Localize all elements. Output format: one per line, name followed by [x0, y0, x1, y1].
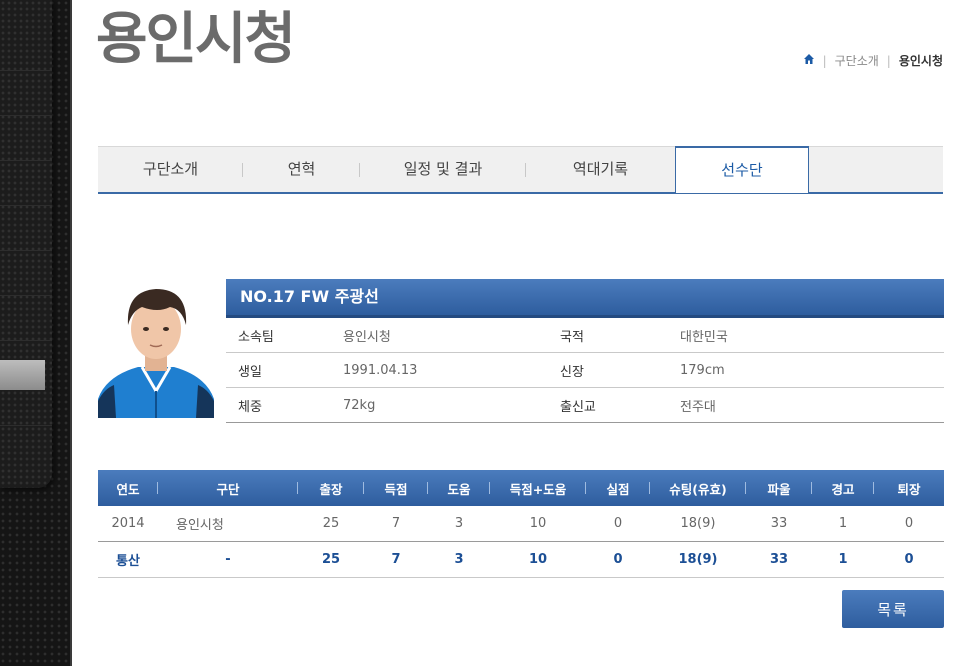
tab-label: 구단소개	[142, 160, 199, 178]
info-label: 국적	[560, 329, 584, 345]
stats-header-cell: 퇴장	[874, 470, 944, 506]
table-cell: 3	[428, 541, 490, 578]
tab-label: 선수단	[721, 161, 763, 179]
table-cell: 25	[298, 541, 364, 578]
sidebar-divider	[0, 295, 52, 296]
info-label: 체중	[238, 399, 262, 415]
info-value: 72kg	[343, 397, 376, 413]
breadcrumb-separator: |	[822, 53, 827, 68]
breadcrumb: | 구단소개 | 용인시청	[803, 52, 943, 69]
table-cell: 33	[746, 541, 812, 578]
info-label: 소속팀	[238, 329, 274, 345]
stats-header-cell: 구단	[158, 470, 298, 506]
sidebar-panel	[0, 0, 52, 488]
sidebar-divider	[0, 205, 52, 206]
stats-header-cell: 출장	[298, 470, 364, 506]
tab-bar: 구단소개 연혁 일정 및 결과 역대기록 선수단	[98, 146, 943, 194]
tab-schedule-results[interactable]: 일정 및 결과	[360, 147, 526, 192]
tab-records[interactable]: 역대기록	[526, 147, 675, 192]
table-cell: 0	[874, 541, 944, 578]
stats-header-cell: 득점	[364, 470, 428, 506]
info-value: 대한민국	[680, 329, 728, 345]
info-row: 생일 1991.04.13 신장 179cm	[226, 353, 944, 388]
table-cell: 18(9)	[650, 541, 746, 578]
tab-squad[interactable]: 선수단	[675, 146, 809, 193]
stats-header-row: 연도 구단 출장 득점 도움 득점+도움 실점 슈팅(유효) 파울 경고 퇴장	[98, 470, 944, 506]
stats-header-cell: 실점	[586, 470, 650, 506]
table-cell: 10	[490, 541, 586, 578]
sidebar-item-active[interactable]	[0, 360, 45, 390]
breadcrumb-separator: |	[886, 53, 891, 68]
stats-table: 연도 구단 출장 득점 도움 득점+도움 실점 슈팅(유효) 파울 경고 퇴장 …	[98, 470, 944, 578]
tab-label: 연혁	[287, 160, 316, 178]
stats-header-cell: 슈팅(유효)	[650, 470, 746, 506]
tab-history[interactable]: 연혁	[243, 147, 360, 192]
info-value: 전주대	[680, 399, 716, 415]
home-icon[interactable]	[803, 53, 815, 69]
info-row: 체중 72kg 출신교 전주대	[226, 388, 944, 423]
table-cell: 3	[428, 506, 490, 542]
tab-label: 역대기록	[572, 160, 629, 178]
info-value: 179cm	[680, 362, 725, 378]
table-cell: 10	[490, 506, 586, 542]
table-cell: 7	[364, 541, 428, 578]
breadcrumb-current[interactable]: 용인시청	[899, 52, 943, 69]
stats-header-cell: 경고	[812, 470, 874, 506]
info-label: 생일	[238, 364, 262, 380]
table-cell: 2014	[98, 506, 158, 542]
stats-header-cell: 연도	[98, 470, 158, 506]
sidebar-divider	[0, 425, 52, 426]
info-value: 1991.04.13	[343, 362, 418, 378]
player-info: NO.17 FW 주광선 소속팀 용인시청 국적 대한민국 생일 1991.04…	[226, 279, 944, 423]
sidebar	[0, 0, 72, 666]
sidebar-divider	[0, 115, 52, 116]
info-row: 소속팀 용인시청 국적 대한민국	[226, 318, 944, 353]
stats-header-cell: 도움	[428, 470, 490, 506]
table-cell: 0	[586, 541, 650, 578]
table-cell: 33	[746, 506, 812, 542]
info-label: 출신교	[560, 399, 596, 415]
info-value: 용인시청	[343, 329, 391, 345]
player-photo	[98, 281, 214, 418]
sidebar-divider	[0, 160, 52, 161]
table-row-total: 통산 - 25 7 3 10 0 18(9) 33 1 0	[98, 541, 944, 578]
breadcrumb-item[interactable]: 구단소개	[835, 52, 879, 69]
table-cell: 용인시청	[158, 506, 298, 542]
info-label: 신장	[560, 364, 584, 380]
tab-club-intro[interactable]: 구단소개	[98, 147, 243, 192]
player-name-header: NO.17 FW 주광선	[226, 279, 944, 318]
sidebar-divider	[0, 70, 52, 71]
table-cell: 1	[812, 506, 874, 542]
table-cell: 0	[586, 506, 650, 542]
table-row: 2014 용인시청 25 7 3 10 0 18(9) 33 1 0	[98, 506, 944, 542]
sidebar-divider	[0, 250, 52, 251]
page-title: 용인시청	[96, 7, 296, 72]
stats-header-cell: 파울	[746, 470, 812, 506]
sidebar-divider	[0, 340, 52, 341]
table-cell: 1	[812, 541, 874, 578]
table-cell: 0	[874, 506, 944, 542]
stats-header-cell: 득점+도움	[490, 470, 586, 506]
table-cell: 18(9)	[650, 506, 746, 542]
table-cell: 7	[364, 506, 428, 542]
table-cell: -	[158, 541, 298, 578]
table-cell: 통산	[98, 541, 158, 578]
table-cell: 25	[298, 506, 364, 542]
list-button[interactable]: 목록	[842, 590, 944, 628]
tab-label: 일정 및 결과	[403, 160, 483, 178]
